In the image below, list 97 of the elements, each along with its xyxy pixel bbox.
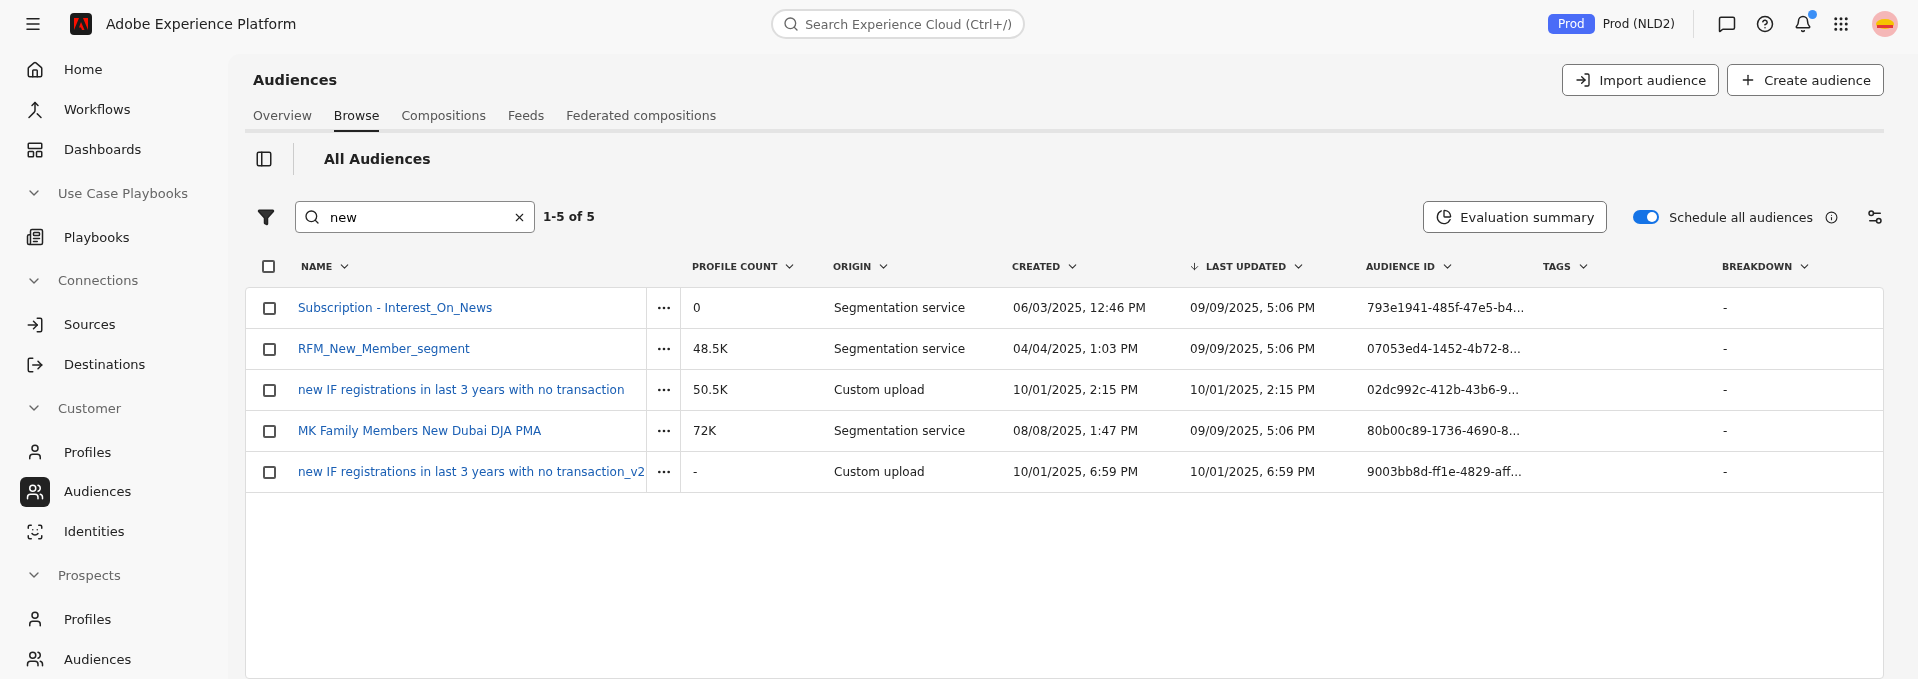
tab[interactable]: Federated compositions [566, 102, 717, 132]
table-cell-text: 0 [692, 300, 702, 317]
sidebar-item[interactable]: Identities [64, 524, 125, 540]
sidebar-item[interactable]: Dashboards [64, 142, 142, 158]
action-button[interactable]: Create audience [1727, 64, 1884, 96]
table-cell-text: 09/09/2025, 5:06 PM [1189, 341, 1317, 358]
feedback-icon[interactable] [1718, 15, 1736, 33]
sidebar-item[interactable]: Playbooks [64, 229, 130, 245]
section-title: All Audiences [324, 151, 431, 167]
sidebar-item[interactable]: Profiles [64, 444, 112, 460]
table-cell-text: 04/04/2025, 1:03 PM [1012, 341, 1140, 358]
people-icon[interactable] [20, 476, 50, 507]
column-header[interactable]: LAST UPDATED [1206, 260, 1287, 272]
table-cell-text: 793e1941-485f-47e5-b4... [1366, 300, 1526, 317]
import-icon [1575, 72, 1592, 88]
evaluation-summary-button[interactable]: Evaluation summary [1423, 201, 1608, 233]
column-header[interactable]: CREATED [1012, 260, 1061, 272]
audience-link[interactable]: MK Family Members New Dubai DJA PMA [286, 424, 646, 438]
logo-icon [70, 13, 92, 35]
checkbox[interactable] [261, 259, 275, 273]
table-cell-text: 07053ed4-1452-4b72-8... [1366, 341, 1522, 358]
tab[interactable]: Compositions [401, 102, 486, 132]
filter-icon[interactable] [257, 208, 275, 226]
table-cell-text: 72K [692, 423, 718, 440]
tab[interactable]: Browse [333, 102, 380, 132]
search-field[interactable]: new [295, 201, 535, 233]
checkbox[interactable] [262, 465, 276, 479]
menu-icon[interactable] [24, 15, 42, 33]
action-button[interactable]: Import audience [1562, 64, 1720, 96]
column-header[interactable]: AUDIENCE ID [1366, 260, 1435, 272]
sidebar-item[interactable]: Sources [64, 317, 116, 333]
table-cell-text: 10/01/2025, 2:15 PM [1012, 382, 1140, 399]
audience-link[interactable]: Subscription - Interest_On_News [286, 301, 646, 315]
search-input[interactable]: new [328, 208, 505, 226]
page-title: Audiences [253, 72, 338, 88]
table-cell-text: 08/08/2025, 1:47 PM [1012, 423, 1140, 440]
audience-link[interactable]: new IF registrations in last 3 years with no transaction_v2 [286, 465, 646, 479]
audience-link[interactable]: new IF registrations in last 3 years with no transaction [286, 383, 646, 397]
result-count: 1-5 of 5 [543, 210, 595, 224]
sidebar-item[interactable]: Audiences [64, 484, 132, 500]
checkbox[interactable] [262, 424, 276, 438]
search-icon [304, 209, 320, 225]
table-cell-text: - [1722, 300, 1729, 317]
table-cell-text: Custom upload [833, 464, 926, 481]
table-cell-text: Custom upload [833, 382, 926, 399]
sidebar-item[interactable]: Audiences [64, 651, 132, 667]
table-cell-text: 10/01/2025, 6:59 PM [1012, 464, 1140, 481]
sidebar-item[interactable]: Profiles [64, 611, 112, 627]
table-cell-text: 10/01/2025, 2:15 PM [1189, 382, 1317, 399]
column-settings-icon[interactable] [1866, 208, 1884, 226]
sidebar-section[interactable]: Customer [58, 400, 122, 416]
table-cell-text: - [692, 464, 699, 481]
table-cell-text: - [1722, 382, 1729, 399]
column-header[interactable]: TAGS [1543, 260, 1571, 272]
checkbox[interactable] [262, 301, 276, 315]
apps-grid-icon[interactable] [1832, 15, 1850, 33]
search-icon [783, 16, 800, 32]
table-cell-text: 80b00c89-1736-4690-8... [1366, 423, 1522, 440]
tab[interactable]: Feeds [507, 102, 545, 132]
schedule-toggle[interactable]: Schedule all audiences [1633, 209, 1813, 225]
table-cell-text: Segmentation service [833, 300, 967, 317]
help-icon[interactable] [1756, 15, 1774, 33]
environment-name[interactable]: Prod (NLD2) [1602, 17, 1675, 31]
table-cell-text: - [1722, 464, 1729, 481]
table-cell-text: 09/09/2025, 5:06 PM [1189, 300, 1317, 317]
checkbox[interactable] [262, 383, 276, 397]
table-cell-text: 09/09/2025, 5:06 PM [1189, 423, 1317, 440]
table-cell-text: 50.5K [692, 382, 729, 399]
table-cell-text: 10/01/2025, 6:59 PM [1189, 464, 1317, 481]
table-cell-text: 48.5K [692, 341, 729, 358]
tab[interactable]: Overview [253, 102, 312, 132]
table-cell-text: - [1722, 423, 1729, 440]
table-cell-text: 06/03/2025, 12:46 PM [1012, 300, 1147, 317]
sidebar-item[interactable]: Destinations [64, 357, 146, 372]
panel-toggle-icon[interactable] [255, 150, 273, 168]
column-header[interactable]: BREAKDOWN [1722, 260, 1793, 272]
checkbox[interactable] [262, 342, 276, 356]
column-header[interactable]: NAME [301, 260, 333, 272]
table-cell-text: 9003bb8d-ff1e-4829-aff... [1366, 464, 1523, 481]
app-title: Adobe Experience Platform [106, 16, 297, 32]
audience-link[interactable]: RFM_New_Member_segment [286, 342, 646, 356]
sidebar-section[interactable]: Connections [58, 273, 139, 289]
sidebar-section[interactable]: Prospects [58, 568, 121, 583]
table-cell-text: Segmentation service [833, 423, 967, 440]
table-cell-text: Segmentation service [833, 341, 967, 358]
sidebar-item[interactable]: Workflows [64, 102, 131, 118]
table-cell-text: - [1722, 341, 1729, 358]
table-cell-text: 02dc992c-412b-43b6-9... [1366, 382, 1521, 399]
sidebar-item[interactable]: Home [64, 62, 103, 78]
column-header[interactable]: PROFILE COUNT [692, 260, 778, 272]
search-field[interactable]: Search Experience Cloud (Ctrl+/) [771, 9, 1026, 39]
avatar[interactable] [1872, 11, 1898, 37]
info-icon[interactable] [1825, 210, 1838, 224]
environment-badge: Prod [1547, 14, 1595, 34]
sidebar-section[interactable]: Use Case Playbooks [58, 185, 188, 201]
column-header[interactable]: ORIGIN [833, 260, 872, 272]
pie-chart-icon [1436, 209, 1453, 225]
